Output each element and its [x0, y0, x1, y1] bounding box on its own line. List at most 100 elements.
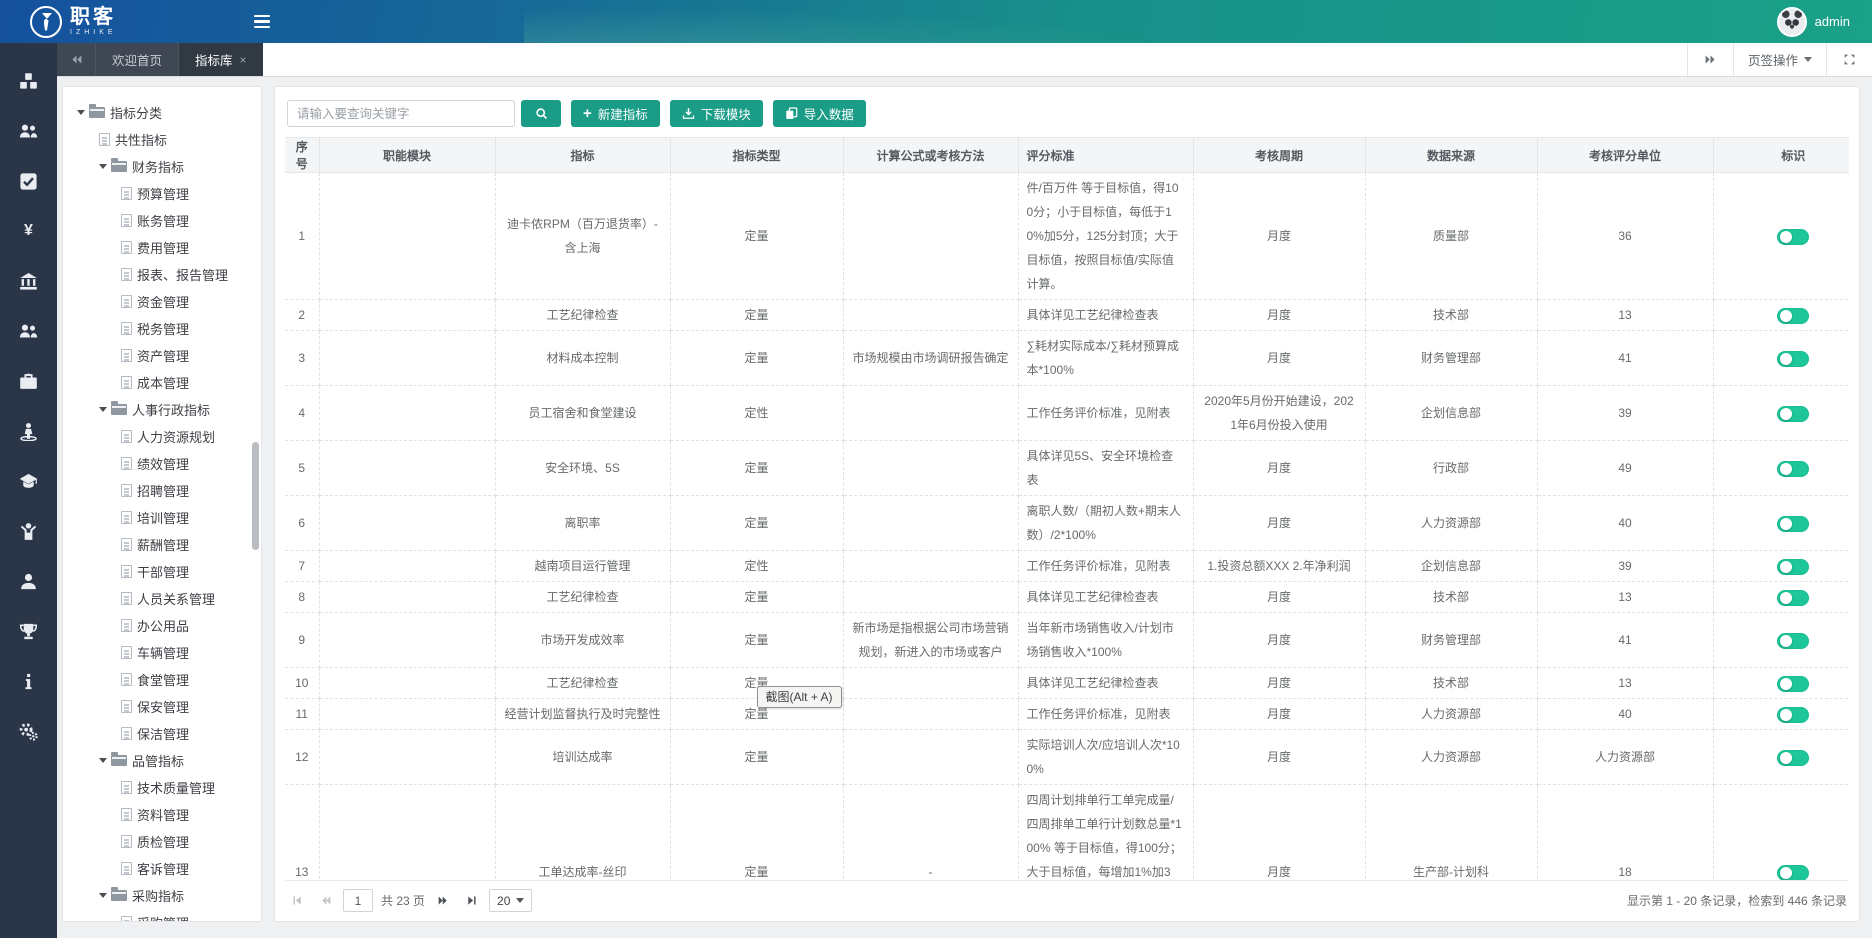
下载模块-button[interactable]: 下载模块 [670, 100, 763, 127]
user-icon[interactable] [19, 571, 39, 591]
bank-icon[interactable] [19, 271, 39, 291]
file-icon [121, 673, 132, 686]
tree-node-file[interactable]: 共性指标 [73, 126, 261, 153]
tree-node-file[interactable]: 资产管理 [73, 342, 261, 369]
screenshot-tooltip: 截图(Alt + A) [757, 686, 842, 708]
cell-module [319, 331, 495, 386]
tree-node-file[interactable]: 保安管理 [73, 693, 261, 720]
tree-node-file[interactable]: 办公用品 [73, 612, 261, 639]
last-page-button[interactable] [461, 892, 481, 910]
briefcase-icon[interactable] [19, 371, 39, 391]
team-icon[interactable] [19, 121, 39, 141]
next-page-button[interactable] [433, 892, 453, 910]
close-icon[interactable]: × [240, 53, 247, 67]
tree-node-file[interactable]: 保洁管理 [73, 720, 261, 747]
search-input[interactable] [287, 100, 515, 127]
tree-caret-icon[interactable] [77, 110, 85, 119]
tree-node-label: 培训管理 [137, 508, 189, 527]
group-icon[interactable] [19, 321, 39, 341]
flag-toggle[interactable] [1777, 461, 1809, 477]
tree-node-file[interactable]: 预算管理 [73, 180, 261, 207]
tree-node-file[interactable]: 人力资源规划 [73, 423, 261, 450]
tree-node-folder[interactable]: 财务指标 [73, 153, 261, 180]
tabs-scroll-left-button[interactable] [57, 43, 95, 76]
graduation-cap-icon[interactable] [19, 471, 39, 491]
tree-node-file[interactable]: 质检管理 [73, 828, 261, 855]
menu-toggle-icon[interactable] [247, 9, 277, 35]
tree-node-folder[interactable]: 指标分类 [73, 99, 261, 126]
tree-node-file[interactable]: 采购管理 [73, 909, 261, 922]
tree-node-file[interactable]: 账务管理 [73, 207, 261, 234]
tree-caret-icon[interactable] [99, 407, 107, 416]
tree-caret-icon[interactable] [99, 164, 107, 173]
tree-node-file[interactable]: 招聘管理 [73, 477, 261, 504]
flag-toggle[interactable] [1777, 707, 1809, 723]
table-row: 10工艺纪律检查定量截图(Alt + A)具体详见工艺纪律检查表月度技术部13 [285, 668, 1849, 699]
current-page-box[interactable]: 1 [343, 889, 373, 912]
tree-node-file[interactable]: 干部管理 [73, 558, 261, 585]
flag-toggle[interactable] [1777, 351, 1809, 367]
cell-flag [1713, 331, 1849, 386]
tree-node-file[interactable]: 技术质量管理 [73, 774, 261, 801]
flag-toggle[interactable] [1777, 865, 1809, 880]
prev-page-button[interactable] [315, 892, 335, 910]
tree-caret-icon[interactable] [99, 758, 107, 767]
info-icon[interactable] [19, 671, 39, 691]
flag-toggle[interactable] [1777, 750, 1809, 766]
tree-node-file[interactable]: 费用管理 [73, 234, 261, 261]
gears-icon[interactable] [19, 721, 39, 741]
trophy-icon[interactable] [19, 621, 39, 641]
flag-toggle[interactable] [1777, 308, 1809, 324]
tab-actions-dropdown[interactable]: 页签操作 [1733, 43, 1826, 76]
yen-icon[interactable]: ¥ [19, 221, 39, 241]
tree-node-file[interactable]: 食堂管理 [73, 666, 261, 693]
tree-node-file[interactable]: 税务管理 [73, 315, 261, 342]
user-menu[interactable]: admin [1777, 7, 1850, 37]
导入数据-button[interactable]: 导入数据 [773, 100, 866, 127]
tabs-scroll-right-button[interactable] [1687, 43, 1733, 76]
tree-node-label: 绩效管理 [137, 454, 189, 473]
flag-toggle[interactable] [1777, 559, 1809, 575]
tree-node-file[interactable]: 车辆管理 [73, 639, 261, 666]
cubes-icon[interactable] [19, 71, 39, 91]
tree-node-file[interactable]: 培训管理 [73, 504, 261, 531]
street-view-icon[interactable] [19, 421, 39, 441]
flag-toggle[interactable] [1777, 633, 1809, 649]
tab-指标库[interactable]: 指标库× [178, 43, 263, 76]
child-icon[interactable] [19, 521, 39, 541]
file-icon [121, 565, 132, 578]
first-page-button[interactable] [287, 892, 307, 910]
tree-node-file[interactable]: 客诉管理 [73, 855, 261, 882]
tree-node-file[interactable]: 资料管理 [73, 801, 261, 828]
tree-scrollbar[interactable] [252, 442, 259, 550]
tree-node-file[interactable]: 人员关系管理 [73, 585, 261, 612]
tree-node-file[interactable]: 绩效管理 [73, 450, 261, 477]
tab-欢迎首页[interactable]: 欢迎首页 [95, 43, 178, 76]
tree-caret-icon[interactable] [99, 893, 107, 902]
cell-criteria: 具体详见工艺纪律检查表 [1018, 668, 1193, 699]
flag-toggle[interactable] [1777, 229, 1809, 245]
table-row: 7越南项目运行管理定性工作任务评价标准，见附表1.投资总额XXX 2.年净利润企… [285, 551, 1849, 582]
fullscreen-button[interactable] [1826, 43, 1872, 76]
tree-node-folder[interactable]: 人事行政指标 [73, 396, 261, 423]
新建指标-button[interactable]: +新建指标 [571, 100, 660, 127]
tree-node-folder[interactable]: 品管指标 [73, 747, 261, 774]
button-label: 新建指标 [598, 104, 648, 123]
flag-toggle[interactable] [1777, 516, 1809, 532]
tree-node-file[interactable]: 资金管理 [73, 288, 261, 315]
flag-toggle[interactable] [1777, 676, 1809, 692]
tree-node-file[interactable]: 成本管理 [73, 369, 261, 396]
check-square-icon[interactable] [19, 171, 39, 191]
search-button[interactable] [521, 100, 561, 127]
tree-node-label: 账务管理 [137, 211, 189, 230]
tree-node-file[interactable]: 报表、报告管理 [73, 261, 261, 288]
tree-node-folder[interactable]: 采购指标 [73, 882, 261, 909]
avatar[interactable] [1777, 7, 1807, 37]
flag-toggle[interactable] [1777, 590, 1809, 606]
cell-criteria: 四周计划排单行工单完成量/四周排单工单行计划数总量*100% 等于目标值，得10… [1018, 785, 1193, 881]
flag-toggle[interactable] [1777, 406, 1809, 422]
records-summary: 显示第 1 - 20 条记录，检索到 446 条记录 [1627, 892, 1847, 909]
tree-node-file[interactable]: 薪酬管理 [73, 531, 261, 558]
cell-cycle: 月度 [1193, 668, 1365, 699]
page-size-select[interactable]: 20 [489, 889, 532, 912]
